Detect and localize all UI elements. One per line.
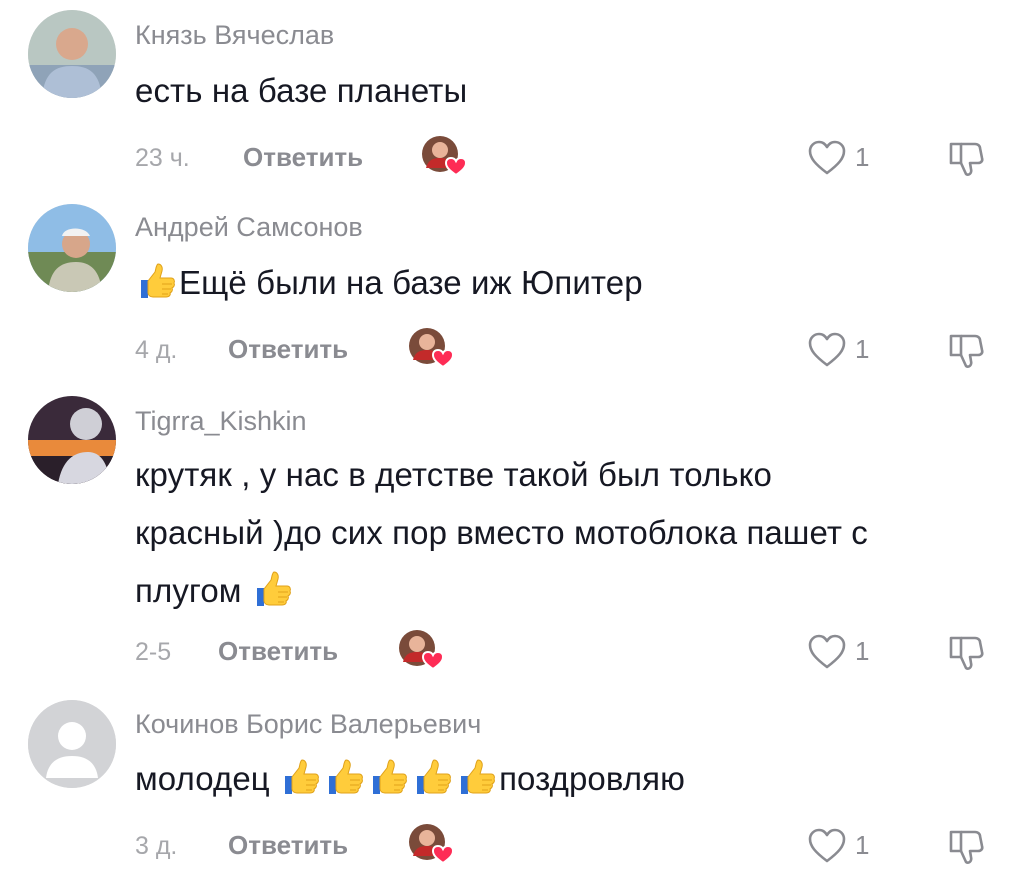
avatar[interactable] xyxy=(28,396,116,484)
comment-text: крутяк , у нас в детстве такой был тольк… xyxy=(135,446,995,620)
comment-actions: 3 д. Ответить 1 xyxy=(135,826,995,866)
avatar[interactable] xyxy=(28,10,116,98)
like-count: 1 xyxy=(855,636,870,666)
thumbs-up-emoji xyxy=(455,756,499,800)
like-count: 1 xyxy=(855,334,870,364)
comment-text: есть на базе планеты xyxy=(135,72,468,109)
thumbs-up-emoji xyxy=(135,260,179,304)
timestamp: 3 д. xyxy=(135,832,178,860)
comment-text: молодец поздровляю xyxy=(135,750,995,808)
comment-text-line: плугом xyxy=(135,562,995,620)
like-button[interactable]: 1 xyxy=(805,136,895,180)
thumbs-down-outline-icon[interactable] xyxy=(943,824,987,868)
creator-liked-heart-icon xyxy=(397,628,447,672)
reply-button[interactable]: Ответить xyxy=(218,636,338,667)
comment-actions: 4 д. Ответить 1 xyxy=(135,330,995,370)
timestamp: 4 д. xyxy=(135,336,178,364)
username[interactable]: Андрей Самсонов xyxy=(135,212,363,243)
comment-text-line: крутяк , у нас в детстве такой был тольк… xyxy=(135,456,772,493)
thumbs-down-outline-icon[interactable] xyxy=(943,328,987,372)
heart-outline-icon xyxy=(805,630,849,674)
username[interactable]: Кочинов Борис Валерьевич xyxy=(135,709,481,740)
heart-outline-icon xyxy=(805,824,849,868)
like-button[interactable]: 1 xyxy=(805,328,895,372)
comment-text: Ещё были на базе иж Юпитер xyxy=(135,254,995,312)
comment-actions: 2-5 Ответить 1 xyxy=(135,632,995,672)
reply-button[interactable]: Ответить xyxy=(243,142,363,173)
comment-text-line: красный )до сих пор вместо мотоблока паш… xyxy=(135,514,868,551)
thumbs-up-emoji xyxy=(251,568,295,612)
comment-text-body: поздровляю xyxy=(499,760,685,797)
avatar[interactable] xyxy=(28,700,116,788)
heart-outline-icon xyxy=(805,136,849,180)
like-count: 1 xyxy=(855,142,870,172)
thumbs-up-emoji xyxy=(279,756,323,800)
comment-actions: 23 ч. Ответить 1 xyxy=(135,138,995,178)
creator-liked-heart-icon xyxy=(407,822,457,866)
username[interactable]: Князь Вячеслав xyxy=(135,20,334,51)
like-count: 1 xyxy=(855,830,870,860)
thumbs-down-outline-icon[interactable] xyxy=(943,630,987,674)
timestamp: 23 ч. xyxy=(135,144,190,172)
thumbs-up-emoji xyxy=(323,756,367,800)
thumbs-up-emoji xyxy=(367,756,411,800)
creator-liked-heart-icon xyxy=(407,326,457,370)
comment-text-body: молодец xyxy=(135,760,270,797)
creator-liked-heart-icon xyxy=(420,134,470,178)
comment-text-body: Ещё были на базе иж Юпитер xyxy=(179,264,643,301)
reply-button[interactable]: Ответить xyxy=(228,334,348,365)
like-button[interactable]: 1 xyxy=(805,824,895,868)
reply-button[interactable]: Ответить xyxy=(228,830,348,861)
heart-outline-icon xyxy=(805,328,849,372)
comment-text-body: плугом xyxy=(135,572,242,609)
thumbs-down-outline-icon[interactable] xyxy=(943,136,987,180)
timestamp: 2-5 xyxy=(135,638,172,666)
username[interactable]: Tigrra_Kishkin xyxy=(135,406,307,437)
avatar[interactable] xyxy=(28,204,116,292)
like-button[interactable]: 1 xyxy=(805,630,895,674)
thumbs-up-emoji xyxy=(411,756,455,800)
